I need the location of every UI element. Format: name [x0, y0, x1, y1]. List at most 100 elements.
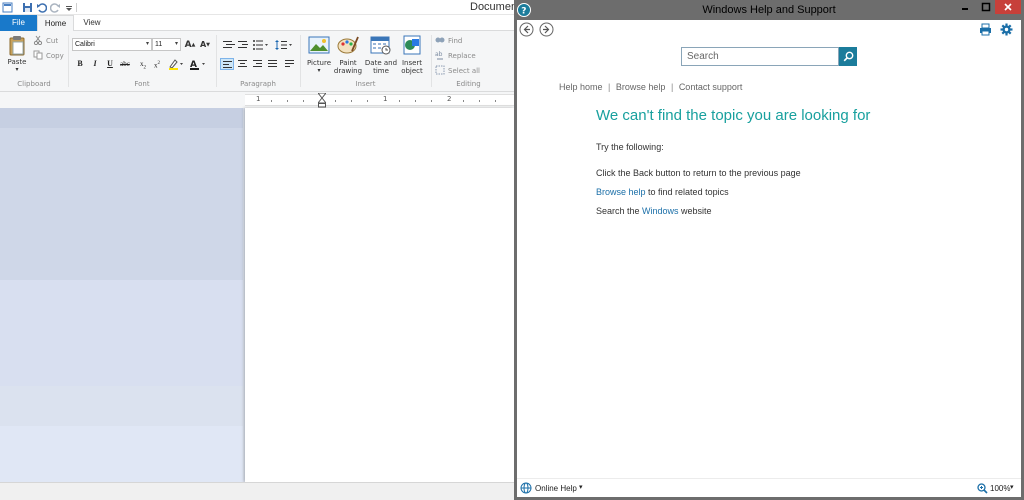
align-left-icon[interactable] [220, 58, 234, 70]
bold-icon[interactable]: B [74, 58, 86, 70]
back-instruction-text: Click the Back button to return to the p… [596, 168, 801, 178]
help-content: Help home | Browse help | Contact suppor… [517, 20, 1021, 497]
workspace-band [0, 426, 243, 482]
maximize-button[interactable] [976, 0, 995, 14]
zoom-level[interactable]: 100% [990, 484, 1010, 493]
paint-drawing-label[interactable]: Paint drawing [332, 59, 364, 75]
increase-indent-icon[interactable] [236, 39, 249, 51]
contact-support-link[interactable]: Contact support [679, 82, 743, 92]
underline-icon[interactable]: U [104, 58, 116, 70]
browse-help-inline-link[interactable]: Browse help [596, 187, 646, 197]
save-icon[interactable] [22, 2, 33, 13]
font-family-dropdown-icon: ▾ [145, 41, 149, 47]
workspace-band [0, 128, 243, 280]
align-right-icon[interactable] [251, 58, 264, 70]
justify-icon[interactable] [266, 58, 279, 70]
browse-help-rest: to find related topics [645, 187, 729, 197]
wordpad-titlebar: Documen [0, 0, 514, 15]
paragraph-settings-icon[interactable] [283, 58, 296, 70]
insert-object-label[interactable]: Insert object [396, 59, 428, 75]
horizontal-ruler[interactable]: 1 1 2 [245, 92, 514, 108]
windows-website-link[interactable]: Windows [642, 206, 679, 216]
ribbon: Paste ▾ Cut Copy Clipboard Calibri ▾ 11 … [0, 31, 514, 92]
cut-label[interactable]: Cut [46, 37, 58, 45]
back-icon[interactable] [519, 22, 534, 37]
font-family-select[interactable]: Calibri ▾ [72, 38, 152, 51]
tab-home[interactable]: Home [37, 15, 74, 32]
link-separator: | [608, 82, 611, 92]
paint-drawing-icon[interactable] [337, 35, 359, 55]
settings-gear-icon[interactable] [1000, 23, 1013, 36]
insert-group-label: Insert [355, 80, 376, 88]
replace-label[interactable]: Replace [448, 52, 476, 60]
tab-view[interactable]: View [74, 15, 110, 31]
select-all-icon[interactable] [435, 65, 445, 75]
highlight-color-icon[interactable] [168, 58, 184, 70]
online-help-button[interactable]: Online Help [535, 484, 577, 493]
online-help-dropdown-icon[interactable]: ▾ [579, 483, 583, 491]
copy-label[interactable]: Copy [46, 52, 64, 60]
copy-icon[interactable] [33, 50, 43, 60]
decrease-indent-icon[interactable] [221, 39, 235, 51]
search-button[interactable] [839, 47, 857, 66]
redo-icon[interactable] [50, 2, 61, 13]
try-following-text: Try the following: [596, 142, 664, 152]
find-icon[interactable] [435, 35, 445, 45]
font-size-value: 11 [155, 41, 163, 48]
editing-group-label: Editing [456, 80, 481, 88]
svg-text:ab: ab [435, 51, 443, 58]
date-time-label[interactable]: Date and time [364, 59, 398, 75]
wordpad-app-icon[interactable] [2, 2, 13, 13]
paste-dropdown-icon[interactable]: ▾ [12, 66, 22, 74]
page-title: We can't find the topic you are looking … [596, 107, 871, 124]
undo-icon[interactable] [36, 2, 47, 13]
select-all-label[interactable]: Select all [448, 67, 480, 75]
picture-dropdown-icon[interactable]: ▾ [312, 67, 326, 75]
insert-object-icon[interactable] [401, 35, 423, 55]
help-window-title: Windows Help and Support [702, 4, 836, 16]
italic-icon[interactable]: I [89, 58, 101, 70]
search-icon [843, 51, 853, 62]
document-workspace [0, 108, 514, 482]
close-button[interactable] [995, 0, 1021, 14]
tab-file[interactable]: File [0, 15, 37, 31]
ruler-number: 2 [447, 95, 452, 103]
replace-icon[interactable]: ab [435, 50, 445, 60]
workspace-band [0, 280, 243, 386]
superscript-icon[interactable]: x2 [151, 58, 163, 70]
picture-label[interactable]: Picture [302, 59, 336, 67]
line-spacing-icon[interactable] [275, 39, 293, 51]
search-input[interactable] [681, 47, 839, 66]
link-separator: | [670, 82, 674, 92]
paste-label: Paste [7, 58, 27, 66]
browse-help-link[interactable]: Browse help [616, 82, 666, 92]
online-help-icon[interactable] [520, 482, 532, 496]
shrink-font-icon[interactable]: A ▼ [199, 39, 211, 50]
zoom-icon[interactable] [977, 483, 988, 496]
ribbon-tab-bar: File Home View [0, 15, 514, 32]
ruler-number: 1 [383, 95, 388, 103]
customize-qat-icon[interactable] [63, 2, 74, 13]
clipboard-group-label: Clipboard [17, 80, 51, 88]
forward-icon[interactable] [539, 22, 554, 37]
text-color-icon[interactable]: A [189, 58, 207, 70]
find-label[interactable]: Find [448, 37, 462, 45]
subscript-icon[interactable]: x2 [137, 58, 149, 70]
print-icon[interactable] [979, 23, 992, 36]
date-time-icon[interactable] [370, 35, 392, 55]
grow-font-icon[interactable]: A ▲ [184, 39, 196, 50]
paste-button[interactable] [8, 35, 26, 57]
document-page[interactable] [245, 108, 514, 482]
cut-icon[interactable] [33, 35, 43, 45]
bullet-list-icon[interactable] [252, 39, 270, 51]
workspace-band [0, 386, 243, 426]
strikethrough-icon[interactable]: abc [119, 58, 131, 70]
zoom-dropdown-icon[interactable]: ▾ [1010, 483, 1014, 491]
help-status-bar: Online Help ▾ 100% ▾ [517, 478, 1021, 497]
minimize-button[interactable] [954, 0, 976, 14]
font-size-select[interactable]: 11 ▾ [152, 38, 181, 51]
picture-icon[interactable] [308, 35, 330, 55]
ruler-area: 1 1 2 [0, 92, 514, 108]
align-center-icon[interactable] [236, 58, 249, 70]
help-home-link[interactable]: Help home [559, 82, 603, 92]
